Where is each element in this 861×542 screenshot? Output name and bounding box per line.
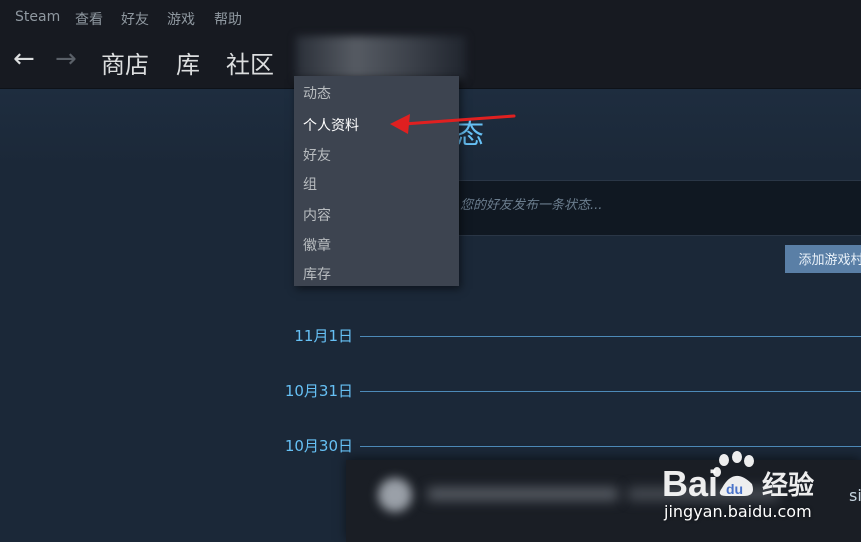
- menu-item-games[interactable]: 游戏: [167, 9, 195, 29]
- dropdown-item-inventory[interactable]: 库存: [303, 264, 331, 284]
- status-input-placeholder[interactable]: 您的好友发布一条状态...: [460, 194, 602, 213]
- timeline-date: 10月30日: [284, 437, 353, 455]
- avatar: [378, 478, 412, 512]
- top-menu-bar: Steam 查看 好友 游戏 帮助: [0, 0, 861, 36]
- username-tab-blurred[interactable]: [296, 36, 466, 80]
- dropdown-item-profile[interactable]: 个人资料: [303, 115, 359, 135]
- menu-item-view[interactable]: 查看: [75, 9, 103, 29]
- dropdown-item-content[interactable]: 内容: [303, 205, 331, 225]
- menu-item-friends[interactable]: 好友: [121, 9, 149, 29]
- dropdown-item-badges[interactable]: 徽章: [303, 235, 331, 255]
- tab-store[interactable]: 商店: [101, 45, 149, 80]
- watermark-url: jingyan.baidu.com: [664, 502, 812, 521]
- timeline-divider: [360, 391, 861, 392]
- svg-text:经验: 经验: [762, 470, 814, 501]
- timeline-date-row: 11月1日: [250, 325, 861, 349]
- tab-library[interactable]: 库: [176, 45, 200, 80]
- baidu-watermark: du Bai 经验 jingyan.baidu.com: [660, 448, 861, 528]
- dropdown-item-friends[interactable]: 好友: [303, 145, 331, 165]
- timeline-divider: [360, 446, 861, 447]
- community-dropdown-menu: 动态 个人资料 好友 组 内容 徽章 库存: [294, 76, 459, 286]
- timeline-date-row: 10月31日: [250, 380, 861, 404]
- arrow-right-icon[interactable]: →: [55, 46, 77, 72]
- svg-text:du: du: [726, 481, 743, 497]
- timeline-date: 10月31日: [284, 382, 353, 400]
- baidu-jingyan-logo: du Bai 经验: [662, 451, 814, 504]
- menu-item-steam[interactable]: Steam: [15, 9, 60, 25]
- dropdown-item-groups[interactable]: 组: [303, 174, 317, 194]
- tab-community[interactable]: 社区: [226, 45, 274, 80]
- add-game-button[interactable]: 添加游戏村: [785, 245, 861, 273]
- menu-item-help[interactable]: 帮助: [214, 9, 242, 29]
- timeline-date: 11月1日: [294, 327, 353, 345]
- page-title: 态: [456, 117, 485, 150]
- svg-text:Bai: Bai: [662, 463, 718, 504]
- blurred-text: [428, 488, 618, 500]
- dropdown-item-activity[interactable]: 动态: [303, 83, 331, 103]
- arrow-left-icon[interactable]: ←: [13, 46, 35, 72]
- timeline-divider: [360, 336, 861, 337]
